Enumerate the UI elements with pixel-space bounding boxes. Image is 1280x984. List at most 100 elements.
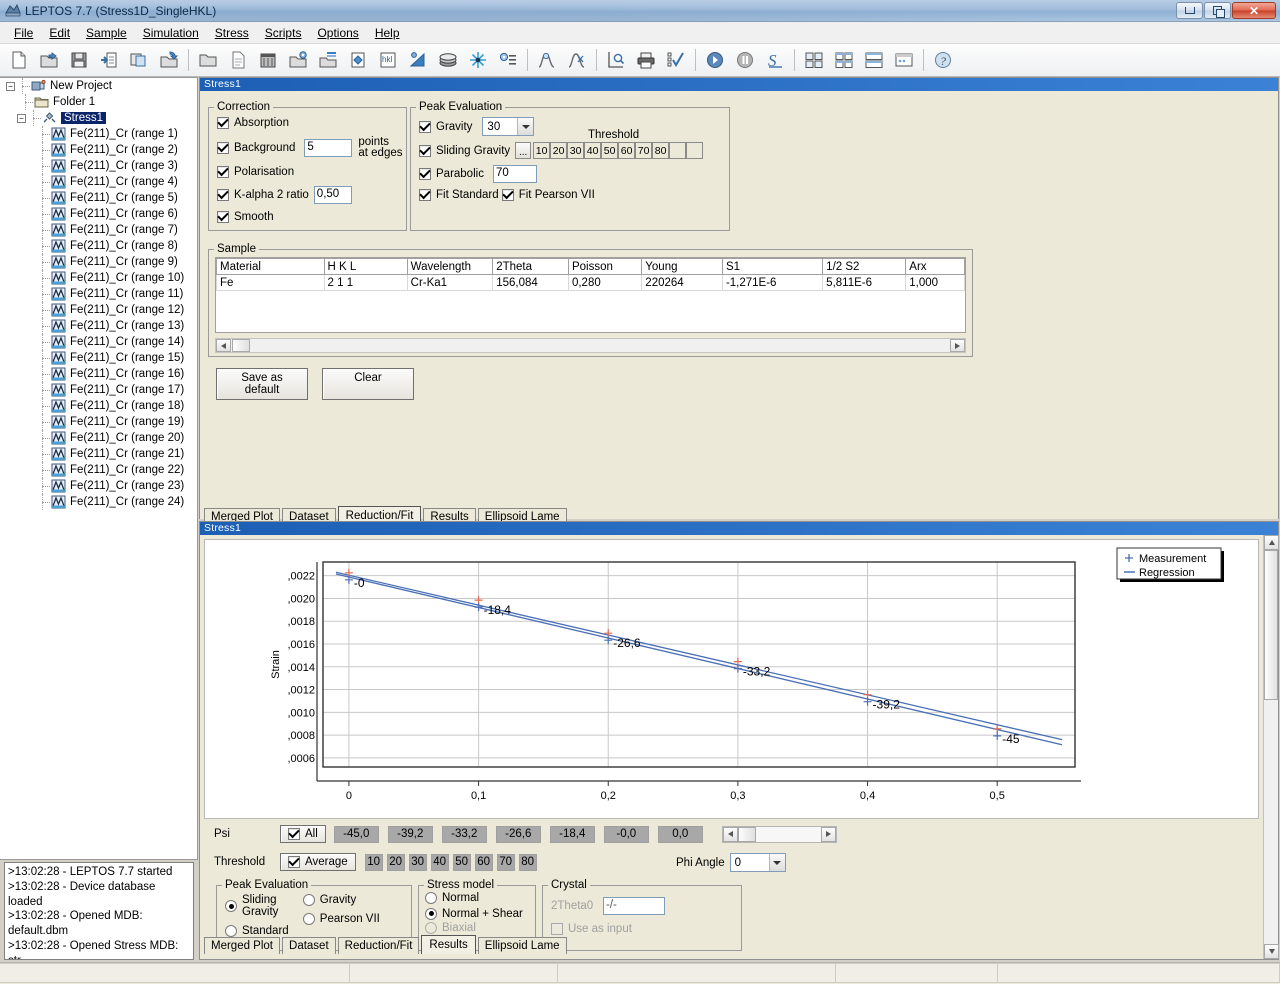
tree-node-dataset[interactable]: Fe(211)_Cr (range 20)	[0, 430, 197, 446]
tab-merged-plot[interactable]: Merged Plot	[204, 937, 280, 954]
sliding-gravity-threshold-box[interactable]: 50	[601, 142, 618, 159]
star-burst-icon[interactable]	[463, 46, 493, 74]
scroll-right-button[interactable]	[950, 339, 965, 352]
sample-column-header[interactable]: Wavelength	[407, 259, 493, 275]
fit-standard-checkbox[interactable]: Fit Standard	[419, 189, 499, 201]
results-vertical-scrollbar[interactable]	[1263, 535, 1278, 959]
clear-button[interactable]: Clear	[322, 368, 414, 400]
psi-value-button[interactable]: 0,0	[658, 826, 703, 843]
scroll-left-button[interactable]	[216, 339, 231, 352]
chevron-down-icon[interactable]	[517, 118, 533, 135]
sample-cell[interactable]: 156,084	[493, 275, 569, 291]
tree-node-new-project[interactable]: − New Project	[0, 78, 197, 94]
sliding-gravity-browse-button[interactable]: ...	[515, 142, 531, 159]
tab-ellipsoid-lame[interactable]: Ellipsoid Lame	[478, 937, 567, 954]
psi-scrollbar[interactable]	[722, 826, 837, 843]
psi-value-button[interactable]: -45,0	[334, 826, 379, 843]
sample-cell[interactable]: -1,271E-6	[722, 275, 822, 291]
psi-value-button[interactable]: -0,0	[604, 826, 649, 843]
document-icon[interactable]	[223, 46, 253, 74]
printer-icon[interactable]	[631, 46, 661, 74]
sample-column-header[interactable]: Material	[217, 259, 325, 275]
save-disk-icon[interactable]	[64, 46, 94, 74]
sample-horizontal-scrollbar[interactable]	[215, 338, 966, 353]
sample-column-header[interactable]: Poisson	[568, 259, 641, 275]
tree-node-folder1[interactable]: Folder 1	[0, 94, 197, 110]
sliding-gravity-threshold-box[interactable]: 10	[533, 142, 550, 159]
import-document-icon[interactable]	[94, 46, 124, 74]
radio-gravity[interactable]: Gravity	[303, 894, 356, 906]
sample-column-header[interactable]: Arx	[906, 259, 965, 275]
tree-node-dataset[interactable]: Fe(211)_Cr (range 1)	[0, 126, 197, 142]
sliding-gravity-threshold-box[interactable]	[669, 142, 686, 159]
threshold-value-button[interactable]: 10	[365, 854, 383, 871]
menu-options[interactable]: Options	[309, 23, 366, 43]
menu-stress[interactable]: Stress	[207, 23, 257, 43]
sample-column-header[interactable]: 2Theta	[493, 259, 569, 275]
tree-node-dataset[interactable]: Fe(211)_Cr (range 4)	[0, 174, 197, 190]
strain-chart[interactable]: -0-18,4-26,6-33,2-39,2-45,0006,0008,0010…	[204, 539, 1259, 819]
smooth-checkbox[interactable]: Smooth	[217, 211, 274, 223]
layers-icon[interactable]	[433, 46, 463, 74]
menu-edit[interactable]: Edit	[41, 23, 78, 43]
tile-grid-icon[interactable]	[799, 46, 829, 74]
kalpha2-checkbox[interactable]: K-alpha 2 ratio	[217, 189, 309, 201]
kalpha2-ratio-input[interactable]: 0,50	[314, 186, 352, 204]
expander-icon[interactable]: −	[17, 114, 26, 123]
psi-all-toggle[interactable]: All	[280, 825, 326, 843]
sample-column-header[interactable]: Young	[642, 259, 723, 275]
gravity-checkbox[interactable]: Gravity	[419, 121, 472, 133]
psi-value-button[interactable]: -33,2	[442, 826, 487, 843]
tree-node-dataset[interactable]: Fe(211)_Cr (range 8)	[0, 238, 197, 254]
threshold-value-button[interactable]: 70	[497, 854, 515, 871]
tree-node-dataset[interactable]: Fe(211)_Cr (range 9)	[0, 254, 197, 270]
tab-dataset[interactable]: Dataset	[282, 937, 336, 954]
curve-fit-icon[interactable]	[532, 46, 562, 74]
sliding-gravity-threshold-box[interactable]: 20	[550, 142, 567, 159]
sample-column-header[interactable]: S1	[722, 259, 822, 275]
maximize-button[interactable]	[1204, 2, 1231, 19]
hkl-icon[interactable]: hkl	[373, 46, 403, 74]
phi-angle-combo[interactable]: 0	[730, 853, 786, 872]
parabolic-checkbox[interactable]: Parabolic	[419, 168, 484, 180]
curve-scissors-icon[interactable]	[562, 46, 592, 74]
scroll-up-button[interactable]	[1264, 535, 1279, 550]
cascade-windows-icon[interactable]	[859, 46, 889, 74]
menu-help[interactable]: Help	[367, 23, 408, 43]
tree-node-dataset[interactable]: Fe(211)_Cr (range 10)	[0, 270, 197, 286]
tree-node-dataset[interactable]: Fe(211)_Cr (range 5)	[0, 190, 197, 206]
psi-scroll-left-button[interactable]	[723, 827, 738, 842]
background-checkbox[interactable]: Background	[217, 142, 295, 154]
sliding-gravity-threshold-box[interactable]: 60	[618, 142, 635, 159]
sample-cell[interactable]: 2 1 1	[324, 275, 407, 291]
new-document-icon[interactable]	[4, 46, 34, 74]
save-as-default-button[interactable]: Save as default	[216, 368, 308, 400]
tree-node-dataset[interactable]: Fe(211)_Cr (range 3)	[0, 158, 197, 174]
psi-scrollbar-thumb[interactable]	[738, 827, 756, 842]
tree-node-dataset[interactable]: Fe(211)_Cr (range 15)	[0, 350, 197, 366]
copy-window-icon[interactable]	[124, 46, 154, 74]
tree-node-dataset[interactable]: Fe(211)_Cr (range 22)	[0, 462, 197, 478]
sample-cell[interactable]: Cr-Ka1	[407, 275, 493, 291]
page-diamond-icon[interactable]	[343, 46, 373, 74]
pause-icon[interactable]	[730, 46, 760, 74]
threshold-average-toggle[interactable]: Average	[280, 853, 356, 871]
gear-list-icon[interactable]	[493, 46, 523, 74]
sliding-gravity-threshold-box[interactable]	[686, 142, 703, 159]
threshold-value-button[interactable]: 30	[409, 854, 427, 871]
s-curve-icon[interactable]: S	[760, 46, 790, 74]
tree-node-dataset[interactable]: Fe(211)_Cr (range 7)	[0, 222, 197, 238]
tree-node-stress1[interactable]: − Stress1	[0, 110, 197, 126]
tile-windows-icon[interactable]	[829, 46, 859, 74]
menu-scripts[interactable]: Scripts	[257, 23, 310, 43]
open-reload-folder-icon[interactable]	[154, 46, 184, 74]
sliding-gravity-threshold-box[interactable]: 80	[652, 142, 669, 159]
sample-column-header[interactable]: H K L	[324, 259, 407, 275]
axes-zoom-icon[interactable]	[601, 46, 631, 74]
psi-scroll-right-button[interactable]	[821, 827, 836, 842]
tree-node-dataset[interactable]: Fe(211)_Cr (range 19)	[0, 414, 197, 430]
threshold-value-button[interactable]: 20	[387, 854, 405, 871]
menu-file[interactable]: File	[6, 23, 41, 43]
parabolic-input[interactable]: 70	[493, 165, 537, 183]
close-button[interactable]: ✕	[1232, 2, 1276, 19]
